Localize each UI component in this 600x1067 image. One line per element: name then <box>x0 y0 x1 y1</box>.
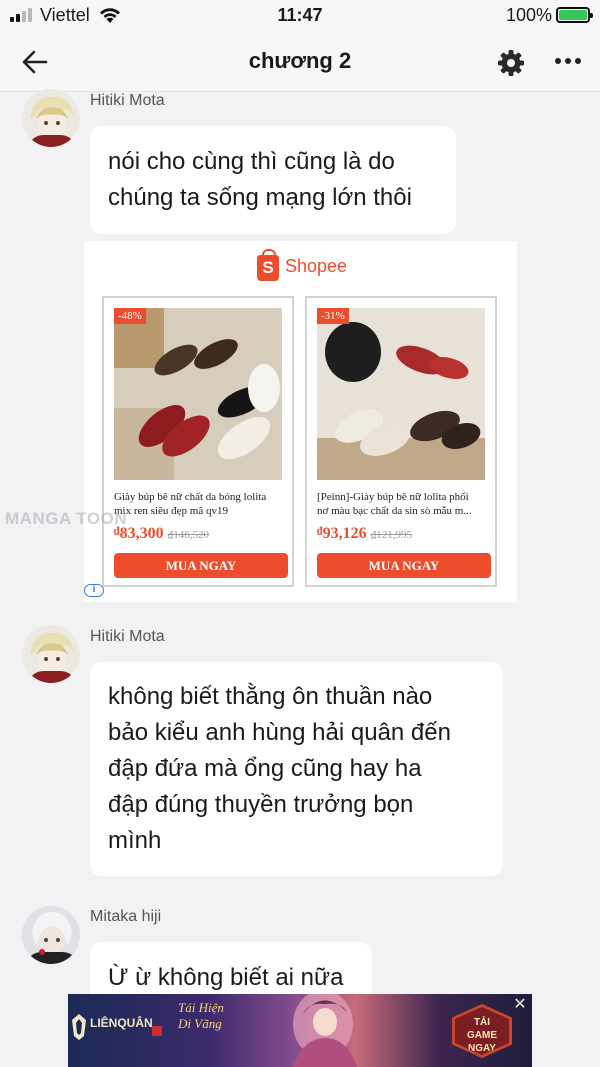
message-text-line: không biết thằng ôn thuần nào <box>108 683 433 710</box>
game-logo: LIÊNQUÂN <box>90 1016 153 1030</box>
discount-badge: -31% <box>317 308 349 324</box>
message-text-line: đập đứa mà ổng cũng hay ha <box>108 755 422 782</box>
status-bar: Viettel 11:47 100% <box>0 0 600 32</box>
discount-badge: -48% <box>114 308 146 324</box>
price-row: ₫83,300 ₫146,520 <box>114 525 209 543</box>
message-text-line: chúng ta sống mạng lớn thôi <box>108 184 412 211</box>
rating-tag-icon <box>152 1026 162 1036</box>
message-bubble: nói cho cùng thì cũng là do chúng ta sốn… <box>90 126 456 234</box>
product-price: ₫93,126 <box>317 525 367 542</box>
message-username: Hitiki Mota <box>90 628 165 645</box>
message-username: Mitaka hiji <box>90 908 162 925</box>
message-text-line: mình <box>108 827 162 854</box>
avatar[interactable] <box>22 906 80 964</box>
original-price: ₫121,995 <box>370 529 413 541</box>
close-icon[interactable]: ✕ <box>512 997 528 1013</box>
watermark: MANGA TOON <box>5 509 128 528</box>
banner-slogan: Tái Hiện Di Vãng <box>178 1000 224 1031</box>
avatar[interactable] <box>22 89 80 147</box>
message-text-line: đập đúng thuyền trưởng bọn <box>108 791 414 818</box>
download-game-button[interactable]: TẢI GAME NGAY <box>452 1004 512 1058</box>
character-art <box>293 994 357 1067</box>
product-card[interactable]: -48% Giày búp bê nữ chất da bóng lolita … <box>102 296 294 587</box>
price-row: ₫93,126 ₫121,995 <box>317 525 412 543</box>
shopee-ad[interactable]: S Shopee -48% Giày búp bê nữ chất da bón… <box>84 241 517 602</box>
product-image[interactable]: -48% <box>114 308 282 480</box>
product-image[interactable]: -31% <box>317 308 485 480</box>
battery-percent: 100% <box>505 5 552 25</box>
message-text-line: Ừ ừ không biết ai nữa <box>108 964 344 991</box>
product-name: Giày búp bê nữ chất da bóng lolita mix r… <box>114 491 267 517</box>
message-text-line: nói cho cùng thì cũng là do <box>108 148 395 175</box>
message-bubble: không biết thằng ôn thuần nào bảo kiểu a… <box>90 662 503 876</box>
avatar[interactable] <box>22 625 80 683</box>
product-name: [Peinn]-Giày búp bê nữ lolita phối nơ mà… <box>317 491 472 517</box>
game-banner-ad[interactable]: LIÊNQUÂN Tái Hiện Di Vãng TẢI GAME NGAY … <box>68 994 532 1067</box>
buy-now-button[interactable]: MUA NGAY <box>114 553 288 578</box>
product-card[interactable]: -31% [Peinn]-Giày búp bê nữ lolita phối … <box>305 296 497 587</box>
shopee-bag-icon: S <box>257 249 279 281</box>
nav-bar: chương 2 <box>0 32 600 92</box>
buy-now-button[interactable]: MUA NGAY <box>317 553 491 578</box>
shopee-brand: Shopee <box>285 256 348 276</box>
original-price: ₫146,520 <box>167 529 210 541</box>
message-text-line: bảo kiểu anh hùng hải quân đến <box>108 719 451 746</box>
message-username: Hitiki Mota <box>90 92 165 109</box>
gear-icon[interactable] <box>496 48 526 78</box>
more-icon[interactable] <box>552 58 584 68</box>
battery-charging-icon <box>556 7 593 23</box>
ad-info-icon[interactable]: i <box>84 584 104 597</box>
